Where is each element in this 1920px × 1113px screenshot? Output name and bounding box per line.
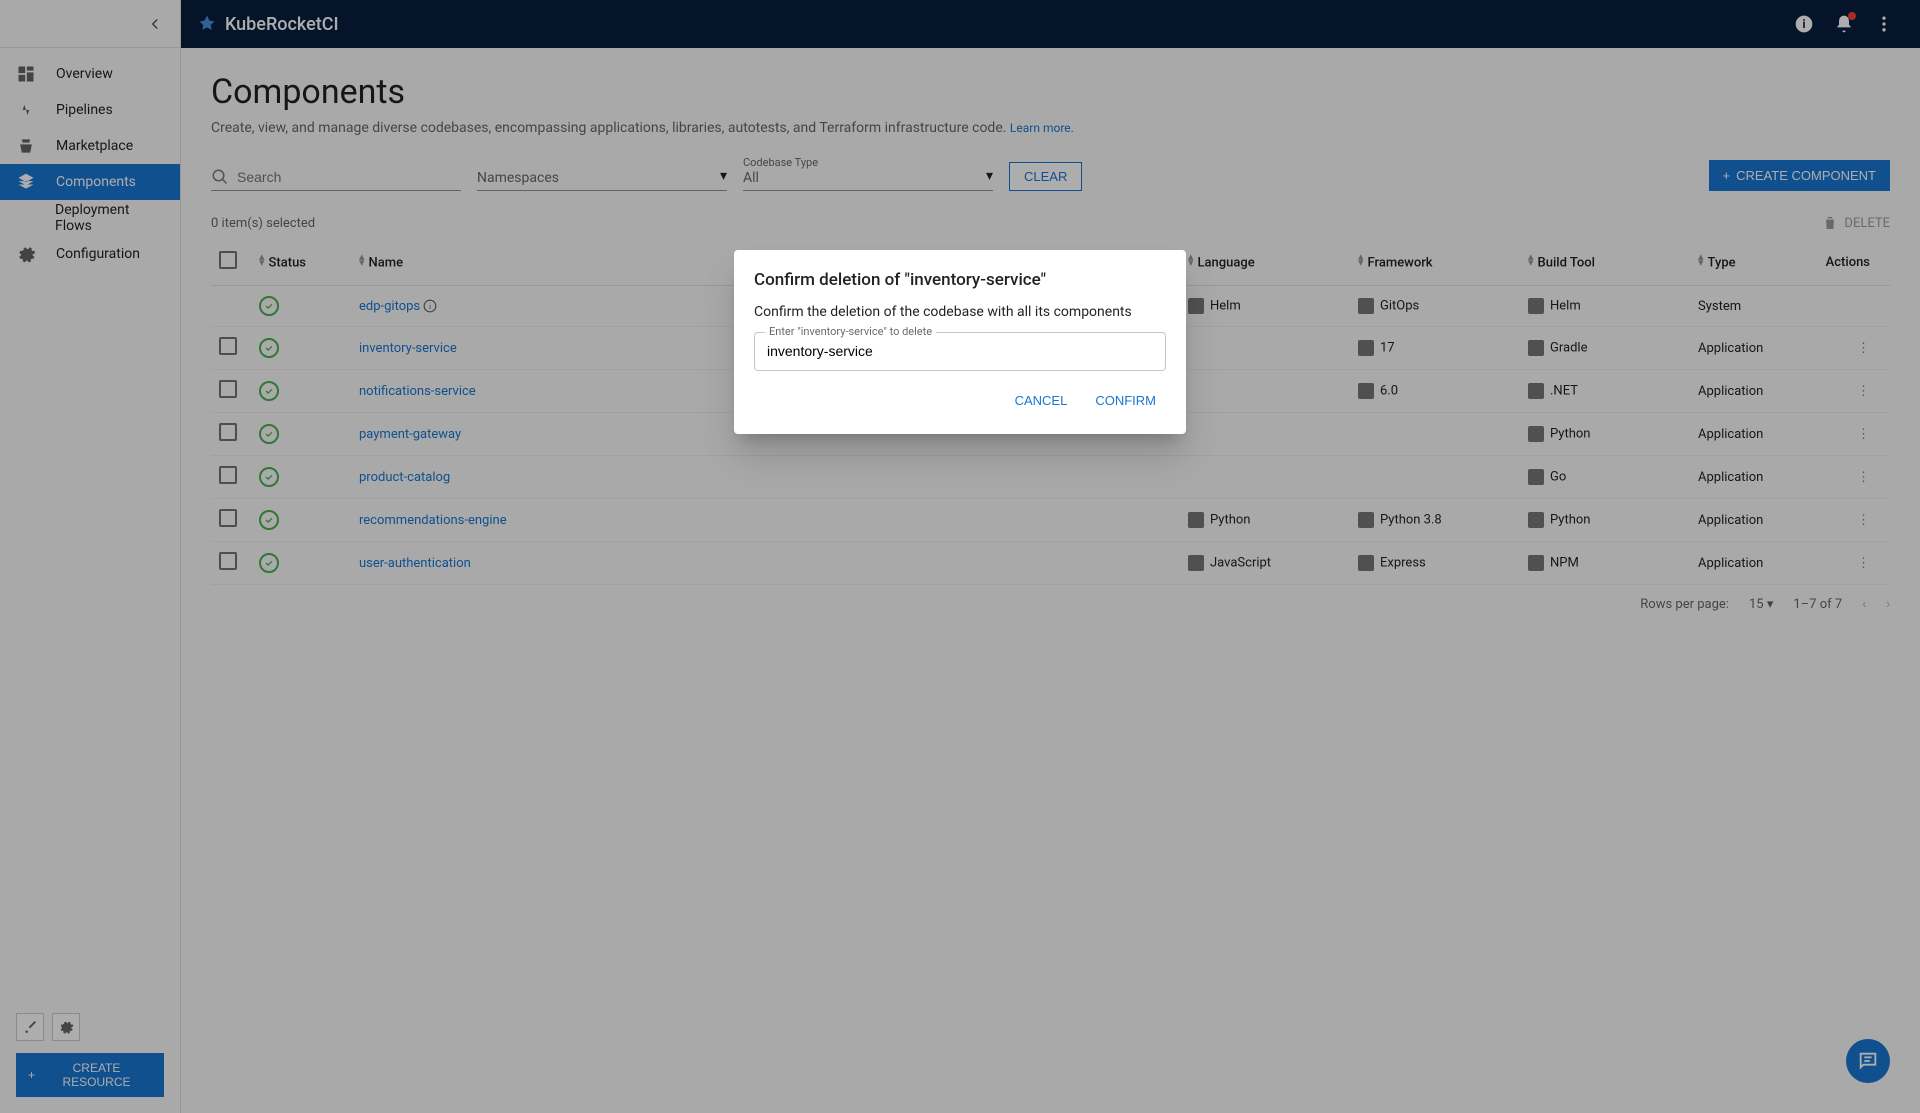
modal-confirm-input[interactable] (767, 343, 1153, 359)
confirm-button[interactable]: CONFIRM (1085, 387, 1166, 414)
modal-description: Confirm the deletion of the codebase wit… (754, 304, 1166, 320)
modal-overlay[interactable]: Confirm deletion of "inventory-service" … (0, 0, 1920, 1113)
confirm-delete-modal: Confirm deletion of "inventory-service" … (734, 250, 1186, 434)
modal-input-label: Enter "inventory-service" to delete (765, 325, 936, 338)
modal-title: Confirm deletion of "inventory-service" (754, 270, 1166, 290)
cancel-button[interactable]: CANCEL (1005, 387, 1078, 414)
